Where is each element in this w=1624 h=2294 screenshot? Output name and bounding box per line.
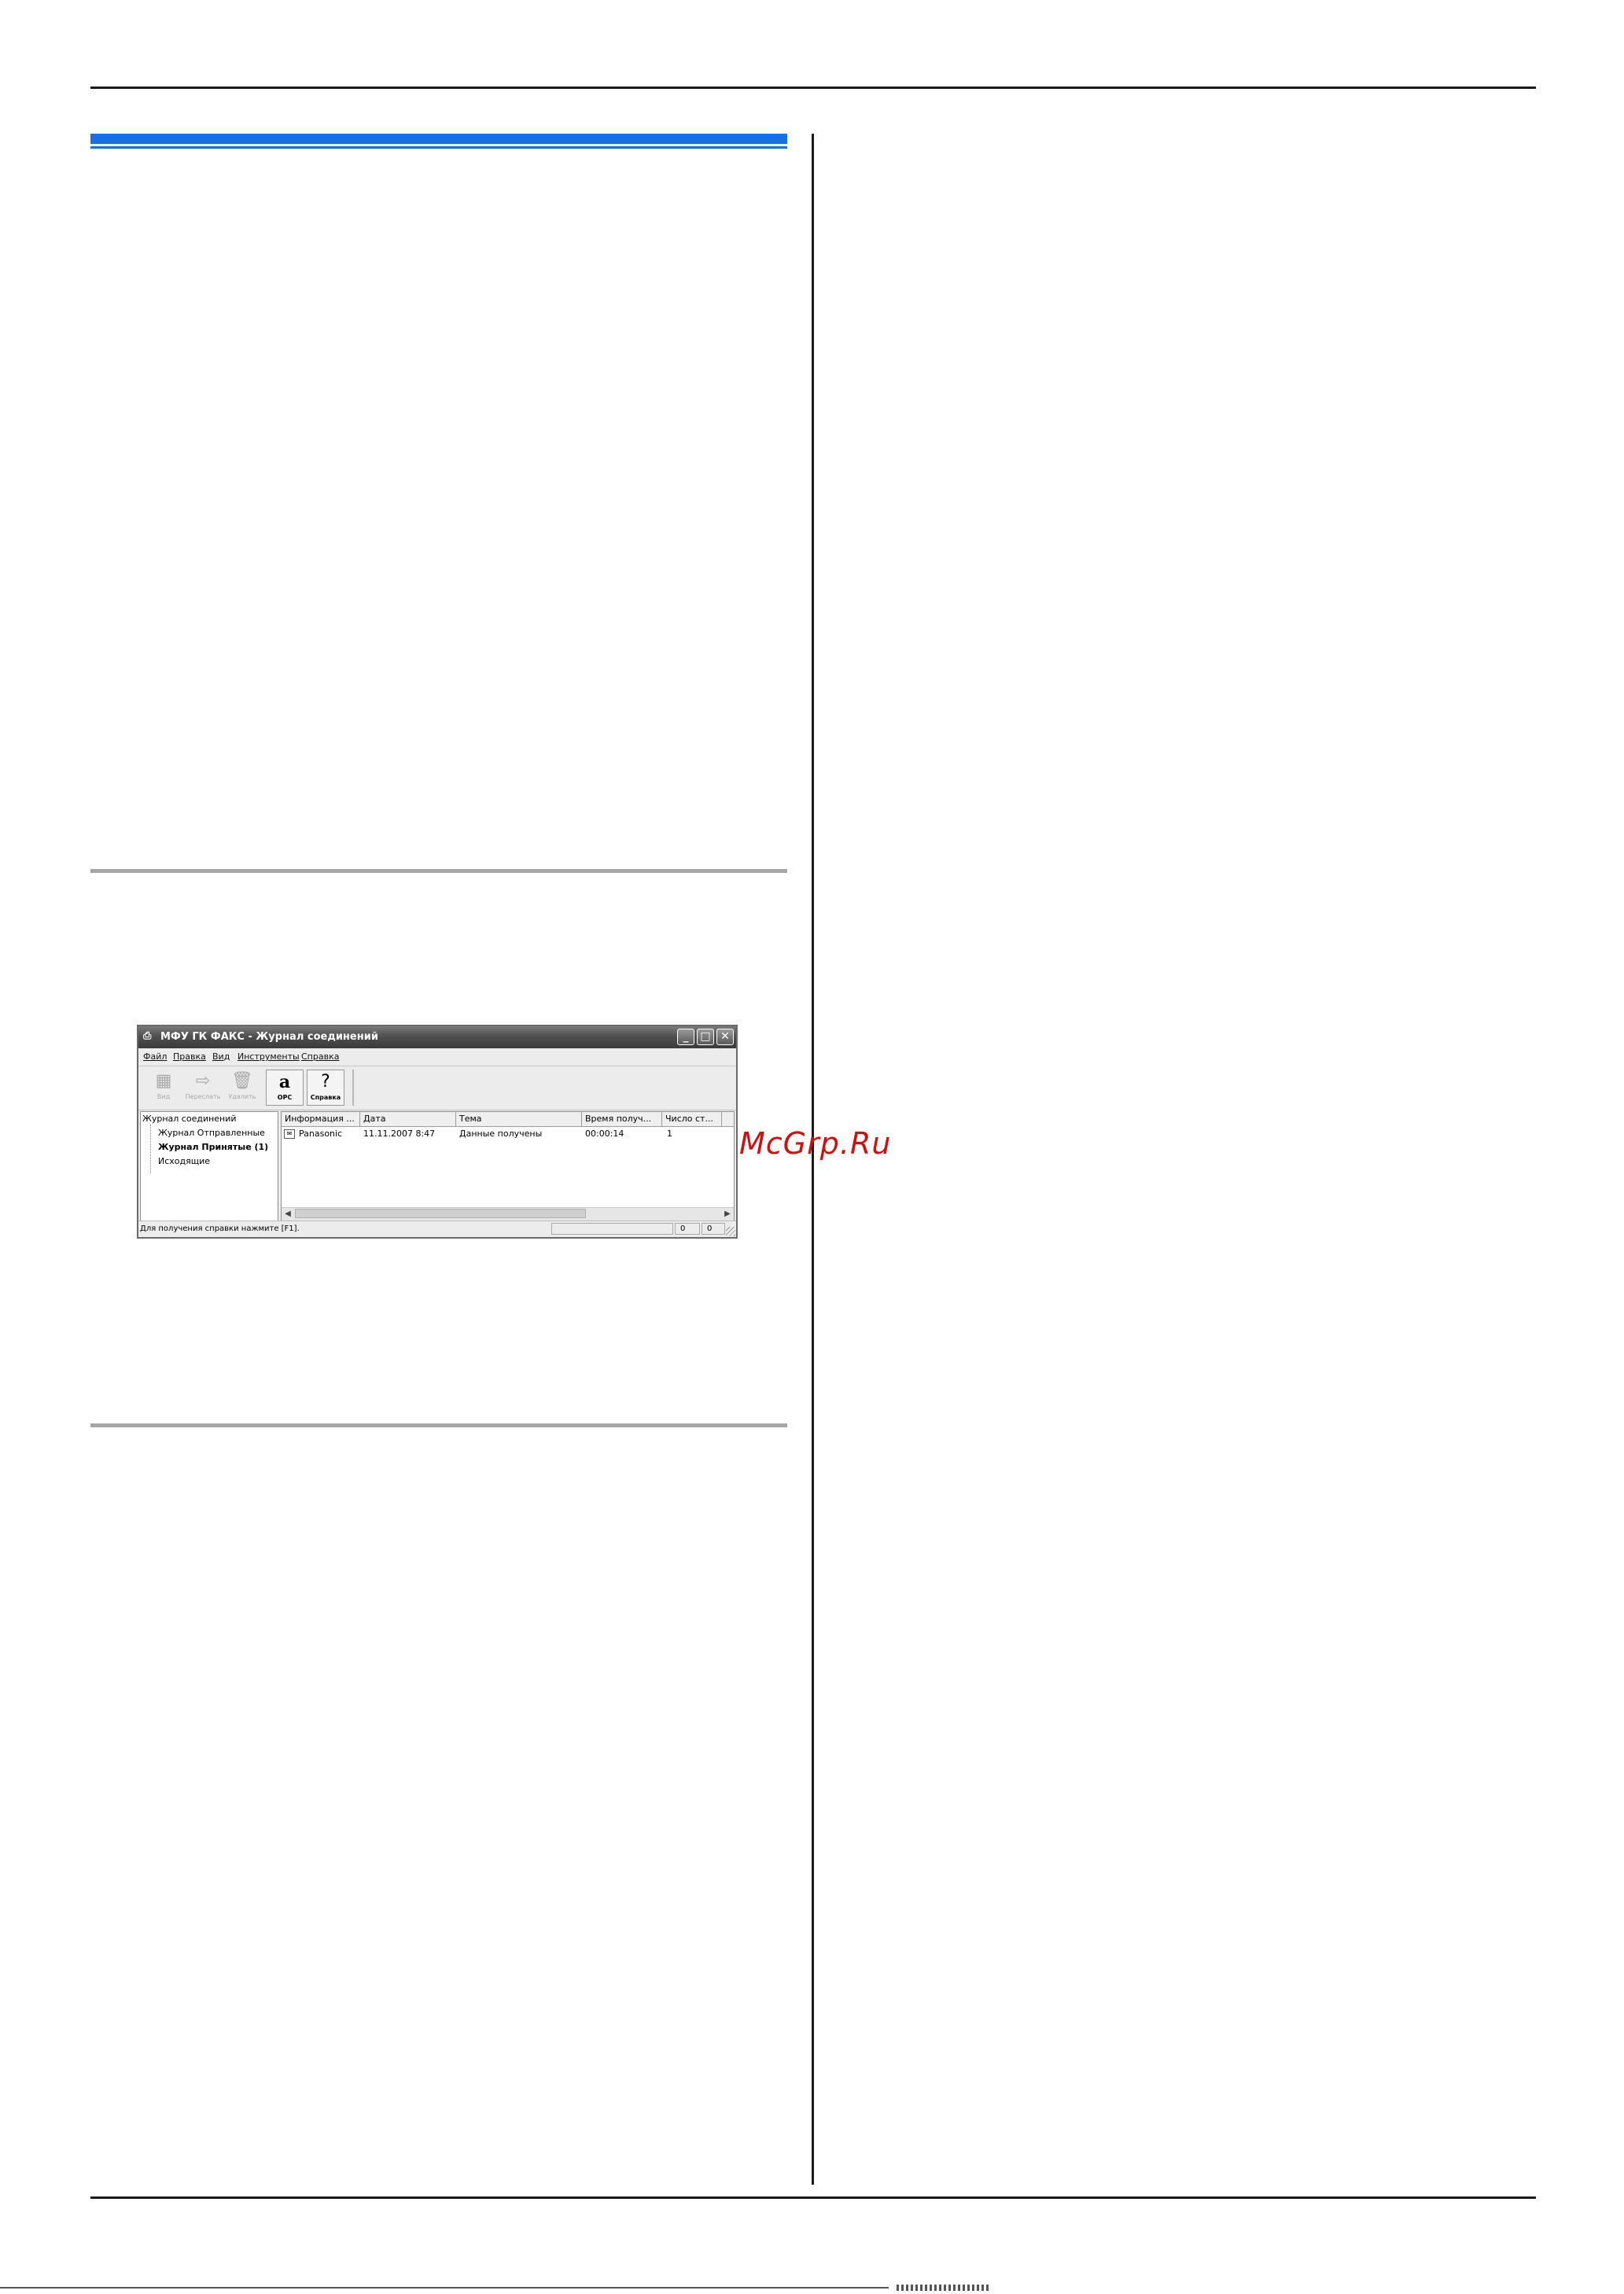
menu-bar: Файл Правка Вид Инструменты Справка	[138, 1048, 736, 1066]
cell-subject: Данные получены	[459, 1129, 543, 1139]
status-text: Для получения справки нажмите [F1].	[140, 1224, 300, 1233]
subsection-rule	[90, 1423, 787, 1427]
scroll-thumb[interactable]	[295, 1209, 586, 1218]
view-button[interactable]: ▦ Вид	[145, 1070, 182, 1106]
delete-icon: 🗑	[231, 1071, 253, 1091]
toolbar-separator	[352, 1070, 354, 1106]
menu-tools[interactable]: Инструменты	[238, 1051, 300, 1062]
maximize-icon[interactable]: □	[697, 1029, 714, 1045]
column-subject[interactable]: Тема	[456, 1112, 582, 1126]
log-list: Информация ... Дата Тема Время получ... …	[281, 1111, 735, 1221]
status-count-1: 0	[675, 1223, 700, 1235]
menu-view[interactable]: Вид	[212, 1051, 230, 1062]
folder-tree: Журнал соединений Журнал Отправленные Жу…	[140, 1111, 278, 1221]
subsection-rule	[90, 869, 787, 873]
page-bottom-rule	[90, 2196, 1536, 2199]
window-title: МФУ ГК ФАКС - Журнал соединений	[160, 1031, 378, 1043]
cell-date: 11.11.2007 8:47	[363, 1129, 436, 1139]
tree-root[interactable]: Журнал соединений	[142, 1114, 237, 1124]
watermark: McGrp.Ru	[739, 1126, 892, 1161]
menu-help[interactable]: Справка	[301, 1051, 339, 1062]
help-button[interactable]: ? Справка	[307, 1070, 344, 1106]
status-bar: Для получения справки нажмите [F1]. 0 0	[138, 1221, 736, 1237]
ocr-icon: a	[278, 1072, 291, 1092]
menu-file[interactable]: Файл	[143, 1051, 167, 1062]
close-icon[interactable]: ✕	[716, 1029, 734, 1045]
table-row[interactable]: ✉ Panasonic 11.11.2007 8:47 Данные получ…	[282, 1128, 734, 1140]
column-pages[interactable]: Число ст...	[662, 1112, 722, 1126]
column-time[interactable]: Время получ...	[582, 1112, 662, 1126]
cell-time: 00:00:14	[585, 1129, 624, 1139]
list-header: Информация ... Дата Тема Время получ... …	[282, 1112, 734, 1127]
cell-pages: 1	[667, 1129, 672, 1139]
scroll-left-icon[interactable]: ◀	[282, 1208, 294, 1220]
fax-icon: ✉	[284, 1129, 295, 1139]
tree-item-received[interactable]: Журнал Принятые (1)	[158, 1142, 268, 1152]
column-date[interactable]: Дата	[360, 1112, 456, 1126]
horizontal-scrollbar[interactable]: ◀ ▶	[282, 1207, 734, 1221]
tree-item-outgoing[interactable]: Исходящие	[158, 1156, 210, 1166]
status-pane	[551, 1223, 673, 1235]
forward-icon: ⇨	[195, 1071, 211, 1091]
resize-grip[interactable]	[726, 1227, 735, 1236]
fax-log-window: ⎙ МФУ ГК ФАКС - Журнал соединений _ □ ✕ …	[137, 1025, 738, 1239]
printer-icon: ⎙	[143, 1030, 152, 1042]
footer-line	[0, 2285, 1624, 2294]
scroll-right-icon[interactable]: ▶	[721, 1208, 734, 1220]
view-icon: ▦	[155, 1071, 172, 1091]
menu-edit[interactable]: Правка	[173, 1051, 206, 1062]
ocr-button[interactable]: a OPC	[266, 1070, 304, 1106]
section-heading-banner	[90, 134, 787, 151]
tree-item-sent[interactable]: Журнал Отправленные	[158, 1128, 265, 1138]
toolbar: ▦ Вид ⇨ Переслать 🗑 Удалить a OPC ? Спра…	[138, 1066, 736, 1110]
status-count-2: 0	[702, 1223, 725, 1235]
column-info[interactable]: Информация ...	[282, 1112, 360, 1126]
help-icon: ?	[321, 1072, 330, 1092]
delete-button[interactable]: 🗑 Удалить	[223, 1070, 261, 1106]
minimize-icon[interactable]: _	[677, 1029, 694, 1045]
page-top-rule	[90, 87, 1536, 89]
title-bar[interactable]: ⎙ МФУ ГК ФАКС - Журнал соединений _ □ ✕	[138, 1026, 736, 1048]
cell-info: Panasonic	[299, 1129, 343, 1139]
forward-button[interactable]: ⇨ Переслать	[184, 1070, 222, 1106]
